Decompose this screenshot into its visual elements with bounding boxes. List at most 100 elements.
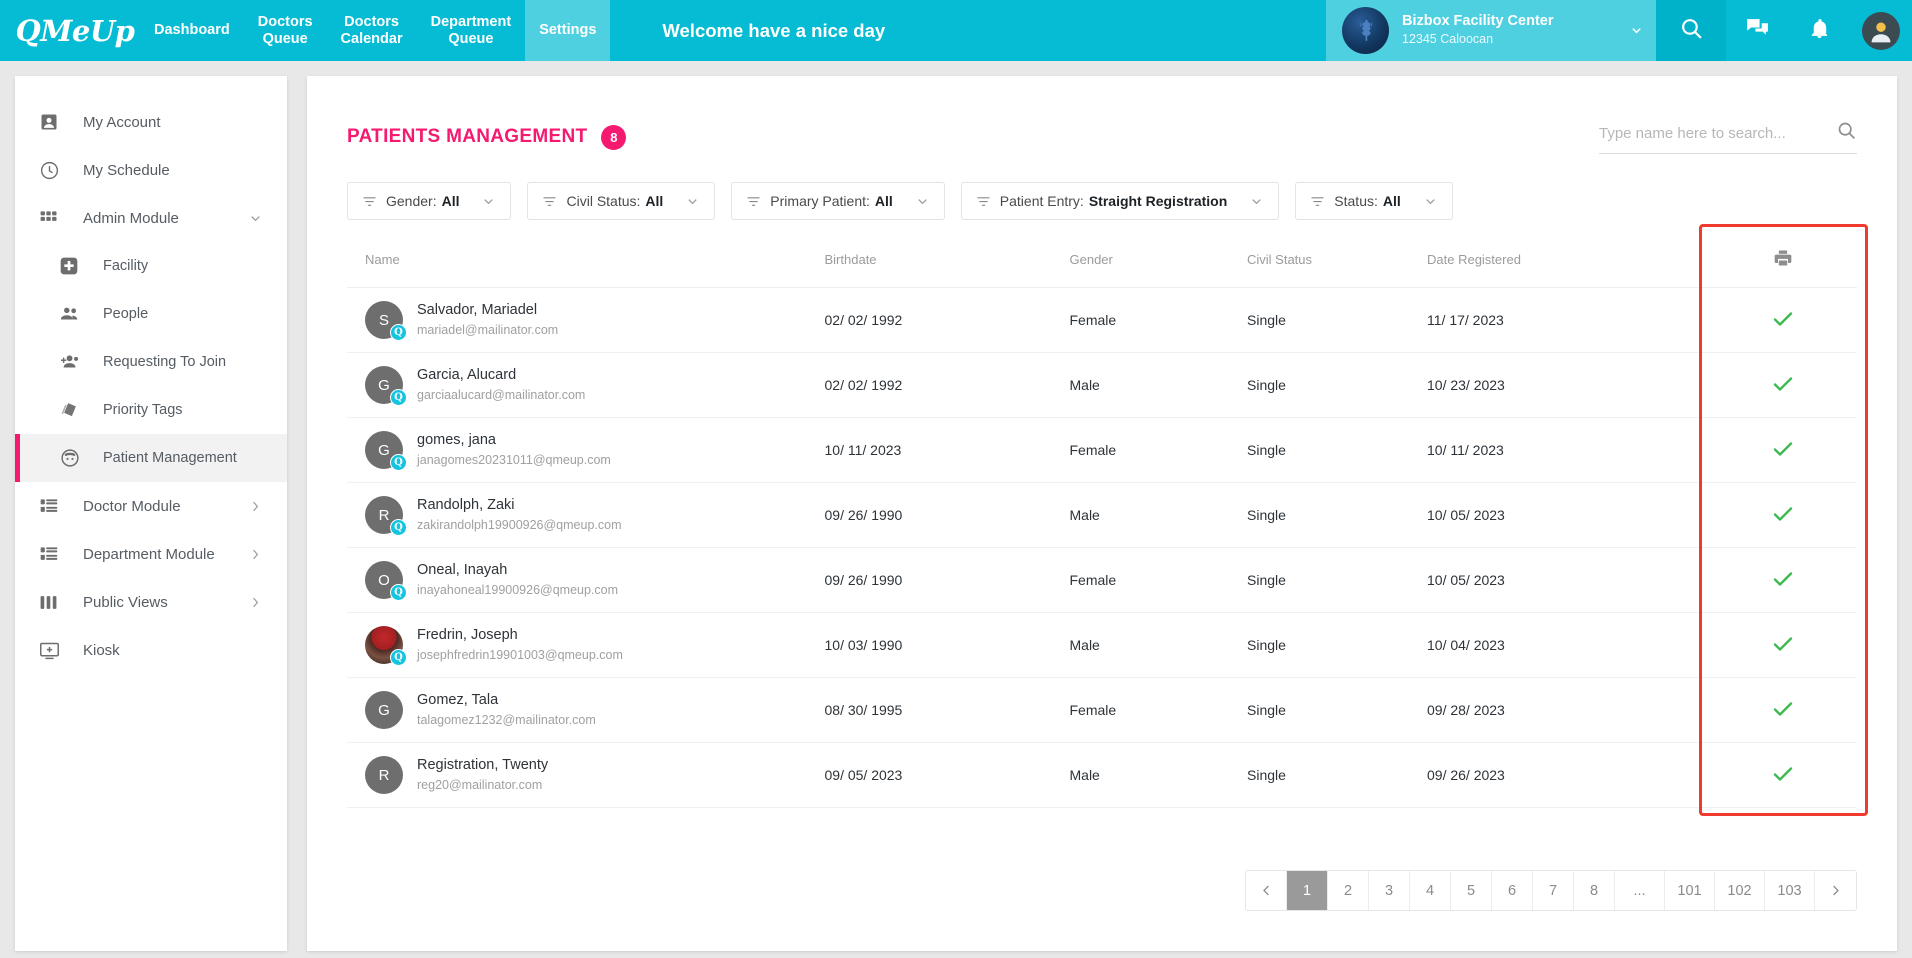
table-body: SQSalvador, Mariadelmariadel@mailinator.… [347,288,1857,808]
pagination-page-103[interactable]: 103 [1765,871,1815,910]
chevron-right-icon[interactable] [248,499,263,514]
nav-item-settings[interactable]: Settings [525,0,610,61]
nav-item-doctors-calendar[interactable]: Doctors Calendar [327,0,417,61]
filter-gender[interactable]: Gender:All [347,182,511,220]
check-icon[interactable] [1771,632,1795,656]
pagination-page-6[interactable]: 6 [1492,871,1533,910]
table-row[interactable]: GQ Garcia, Alucardgarciaalucard@mailinato… [347,353,1857,418]
chevron-down-icon[interactable] [248,211,263,226]
nav-item-doctors-queue[interactable]: Doctors Queue [244,0,327,61]
table-row[interactable]: RQRandolph, Zakizakirandolph19900926@qme… [347,483,1857,548]
cell-civil-status: Single [1247,613,1427,678]
chevron-right-icon[interactable] [248,595,263,610]
header-search-button[interactable] [1656,0,1726,61]
table-row[interactable]: QFredrin, Josephjosephfredrin19901003@qm… [347,613,1857,678]
hospital-plus-icon [59,256,93,276]
printer-icon[interactable] [1773,248,1793,268]
notifications-button[interactable] [1788,0,1850,61]
check-icon[interactable] [1771,437,1795,461]
pagination-page-5[interactable]: 5 [1451,871,1492,910]
avatar: OQ [365,561,403,599]
cell-status [1710,353,1858,418]
check-icon[interactable] [1771,762,1795,786]
avatar-initial: G [378,377,390,394]
table-row[interactable]: SQSalvador, Mariadelmariadel@mailinator.… [347,288,1857,353]
patient-name: Oneal, Inayah [417,561,618,581]
chevron-down-icon[interactable] [685,194,700,209]
filter-patient-entry[interactable]: Patient Entry:Straight Registration [961,182,1280,220]
avatar: GQ [365,366,403,404]
sidebar-item-people[interactable]: People [15,290,287,338]
pagination-page-4[interactable]: 4 [1410,871,1451,910]
check-icon[interactable] [1771,567,1795,591]
sidebar-item-my-account[interactable]: My Account [15,98,287,146]
cell-date-registered: 10/ 11/ 2023 [1427,418,1710,483]
sidebar-item-admin-module[interactable]: Admin Module [15,194,287,242]
pagination-page-1[interactable]: 1 [1287,871,1328,910]
list-icon [39,544,73,564]
table-row[interactable]: GGomez, Talatalagomez1232@mailinator.com… [347,678,1857,743]
sidebar-item-priority-tags[interactable]: Priority Tags [15,386,287,434]
app-logo[interactable]: QMeUp [0,0,140,61]
chevron-down-icon[interactable] [1249,194,1264,209]
app-logo-text: QMeUp [16,14,135,48]
cell-status [1710,418,1858,483]
facility-name: Bizbox Facility Center [1402,12,1553,31]
filter-civil-status[interactable]: Civil Status:All [527,182,715,220]
pagination-page-101[interactable]: 101 [1665,871,1715,910]
profile-button[interactable] [1850,0,1912,61]
sidebar-item-label: Requesting To Join [103,354,226,370]
people-icon [59,303,93,325]
sidebar-item-my-schedule[interactable]: My Schedule [15,146,287,194]
sidebar-item-doctor-module[interactable]: Doctor Module [15,482,287,530]
search-icon[interactable] [1836,120,1857,146]
nav-item-dashboard[interactable]: Dashboard [140,0,244,61]
patient-email: garciaalucard@mailinator.com [417,386,585,404]
sidebar-item-kiosk[interactable]: Kiosk [15,626,287,674]
pagination-page-2[interactable]: 2 [1328,871,1369,910]
check-icon[interactable] [1771,372,1795,396]
column-header-gender[interactable]: Gender [1070,238,1248,288]
qmeup-badge-icon: Q [390,324,407,341]
pagination-page-102[interactable]: 102 [1715,871,1765,910]
chevron-down-icon[interactable] [1601,23,1644,38]
check-icon[interactable] [1771,502,1795,526]
filter-status[interactable]: Status:All [1295,182,1452,220]
messages-button[interactable] [1726,0,1788,61]
cell-status [1710,613,1858,678]
chevron-right-icon[interactable] [248,547,263,562]
table-row[interactable]: RRegistration, Twentyreg20@mailinator.co… [347,743,1857,808]
sidebar-item-patient-management[interactable]: Patient Management [15,434,287,482]
search-input[interactable] [1599,125,1836,142]
chevron-down-icon[interactable] [915,194,930,209]
sidebar-item-department-module[interactable]: Department Module [15,530,287,578]
patient-name: Randolph, Zaki [417,496,622,516]
column-header-name[interactable]: Name [347,238,825,288]
pagination-page-...[interactable]: ... [1615,871,1665,910]
filter-primary-patient[interactable]: Primary Patient:All [731,182,944,220]
pagination-page-3[interactable]: 3 [1369,871,1410,910]
sidebar-item-requesting-to-join[interactable]: Requesting To Join [15,338,287,386]
table-row[interactable]: OQOneal, Inayahinayahoneal19900926@qmeup… [347,548,1857,613]
cell-status [1710,548,1858,613]
sidebar-item-public-views[interactable]: Public Views [15,578,287,626]
pagination-next[interactable] [1815,871,1856,910]
table-row[interactable]: GQgomes, janajanagomes20231011@qmeup.com… [347,418,1857,483]
column-header-civil-status[interactable]: Civil Status [1247,238,1427,288]
check-icon[interactable] [1771,307,1795,331]
chevron-down-icon[interactable] [481,194,496,209]
column-header-birthdate[interactable]: Birthdate [825,238,1070,288]
chevron-down-icon[interactable] [1423,194,1438,209]
sidebar-item-label: Public Views [83,594,168,611]
check-icon[interactable] [1771,697,1795,721]
columns-icon [39,593,73,612]
pagination-page-7[interactable]: 7 [1533,871,1574,910]
sidebar-item-facility[interactable]: Facility [15,242,287,290]
person-info: Garcia, Alucardgarciaalucard@mailinator.… [417,366,585,404]
nav-item-department-queue[interactable]: Department Queue [417,0,526,61]
pagination-prev[interactable] [1246,871,1287,910]
pagination-page-8[interactable]: 8 [1574,871,1615,910]
facility-selector[interactable]: Bizbox Facility Center 12345 Caloocan [1326,0,1656,61]
person-info: Fredrin, Josephjosephfredrin19901003@qme… [417,626,623,664]
column-header-date-registered[interactable]: Date Registered [1427,238,1710,288]
